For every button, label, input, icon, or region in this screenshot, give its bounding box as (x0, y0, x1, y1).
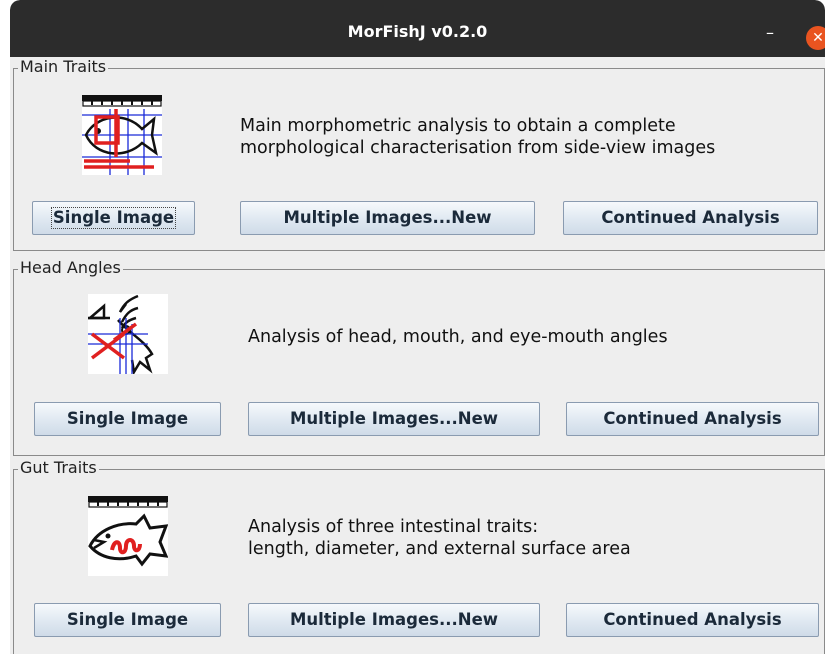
close-icon[interactable]: ✕ (806, 26, 825, 50)
minimize-icon[interactable]: – (758, 20, 782, 44)
gut-traits-description: Analysis of three intestinal traits: len… (248, 516, 631, 560)
description-line: Analysis of three intestinal traits: (248, 517, 539, 537)
app-window: MorFishJ v0.2.0 – ✕ Main Traits Main mor… (10, 0, 825, 654)
main-multiple-images-button[interactable]: Multiple Images...New (240, 201, 535, 235)
description-line: length, diameter, and external surface a… (248, 539, 631, 559)
fish-gut-icon (88, 496, 169, 576)
title-bar[interactable]: MorFishJ v0.2.0 – ✕ (10, 0, 825, 57)
description-line: Main morphometric analysis to obtain a c… (240, 116, 676, 136)
gut-multiple-images-button[interactable]: Multiple Images...New (248, 603, 540, 637)
main-traits-legend: Main Traits (18, 57, 109, 76)
description-line: Analysis of head, mouth, and eye-mouth a… (248, 327, 668, 347)
gut-continued-analysis-button[interactable]: Continued Analysis (566, 603, 819, 637)
window-title: MorFishJ v0.2.0 (347, 22, 488, 41)
head-single-image-button[interactable]: Single Image (34, 402, 221, 436)
gut-traits-legend: Gut Traits (18, 458, 99, 477)
gut-single-image-button[interactable]: Single Image (34, 603, 221, 637)
head-angles-description: Analysis of head, mouth, and eye-mouth a… (248, 326, 668, 348)
head-continued-analysis-button[interactable]: Continued Analysis (566, 402, 819, 436)
head-angles-legend: Head Angles (18, 258, 123, 277)
fish-ruler-icon (82, 95, 162, 175)
main-traits-description: Main morphometric analysis to obtain a c… (240, 115, 715, 159)
head-angles-icon (86, 294, 168, 376)
main-single-image-button[interactable]: Single Image (32, 201, 195, 235)
main-continued-analysis-button[interactable]: Continued Analysis (563, 201, 818, 235)
head-multiple-images-button[interactable]: Multiple Images...New (248, 402, 540, 436)
description-line: morphological characterisation from side… (240, 138, 716, 158)
